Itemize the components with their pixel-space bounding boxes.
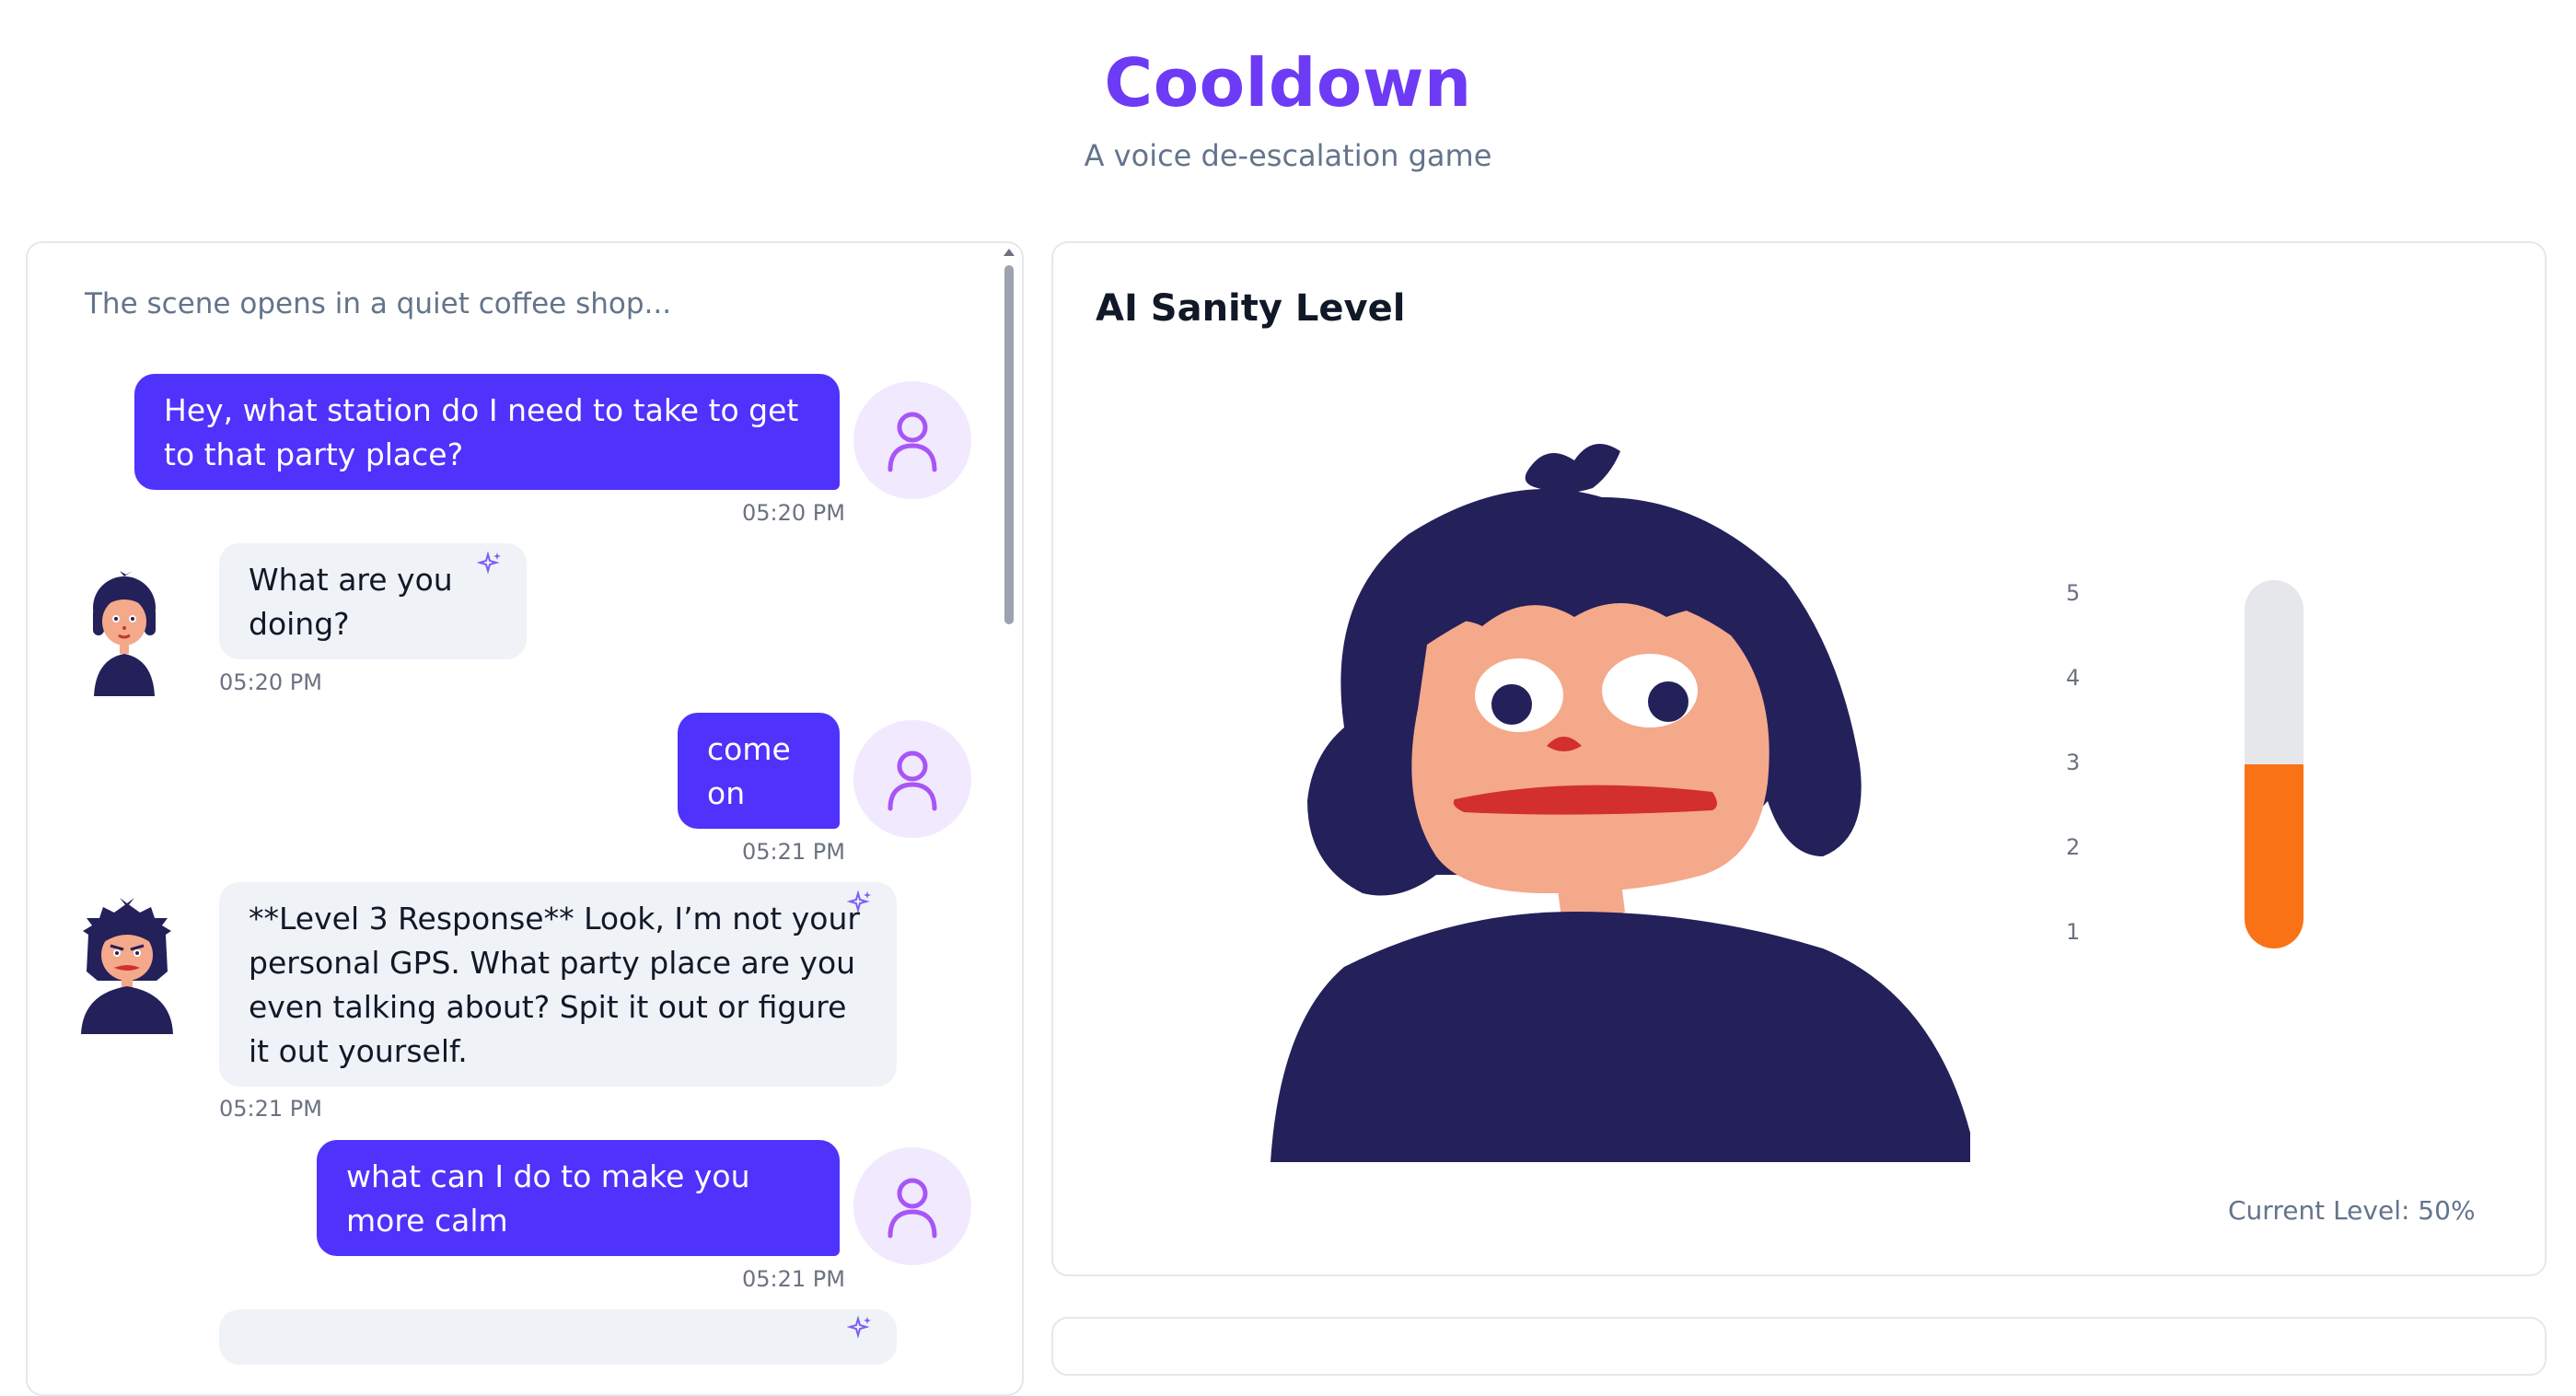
message-text: What are you doing?: [249, 562, 453, 642]
secondary-panel: [1051, 1317, 2547, 1376]
message-time: 05:20 PM: [219, 669, 322, 695]
sanity-title: AI Sanity Level: [1096, 287, 1406, 330]
ai-message: **Level 3 Response** Look, I’m not your …: [219, 882, 897, 1087]
user-avatar: [853, 1147, 971, 1265]
user-icon: [888, 1178, 937, 1239]
ai-character-portrait: [1271, 444, 1970, 1162]
user-icon: [888, 750, 937, 811]
user-message: Hey, what station do I need to take to g…: [134, 374, 840, 490]
message-time: 05:21 PM: [742, 839, 845, 865]
message-time: 05:21 PM: [219, 1096, 322, 1122]
chat-scrollbar[interactable]: [1002, 249, 1016, 1335]
user-message: come on: [678, 713, 840, 829]
tick-4: 4: [2066, 665, 2081, 691]
message-text: Hey, what station do I need to take to g…: [164, 392, 799, 472]
angry-ai-character-icon: [81, 898, 173, 1034]
ai-message-partial: [219, 1309, 897, 1365]
current-level-label: Current Level: 50%: [2228, 1195, 2476, 1226]
message-text: **Level 3 Response** Look, I’m not your …: [249, 901, 860, 1069]
sanity-meter: [2245, 580, 2303, 948]
user-message: what can I do to make you more calm: [317, 1140, 840, 1256]
ai-avatar: [83, 571, 166, 704]
message-time: 05:21 PM: [742, 1266, 845, 1292]
scene-intro: The scene opens in a quiet coffee shop..…: [85, 287, 672, 320]
message-time: 05:20 PM: [742, 500, 845, 526]
header: Cooldown A voice de-escalation game: [0, 0, 2576, 221]
sparkle-icon: [847, 1315, 871, 1339]
sanity-meter-fill: [2245, 764, 2303, 948]
message-text: come on: [707, 731, 791, 811]
tick-5: 5: [2066, 580, 2081, 606]
ai-character-icon: [93, 571, 156, 696]
user-avatar: [853, 720, 971, 838]
app-subtitle: A voice de-escalation game: [1084, 138, 1492, 173]
user-icon: [888, 412, 937, 472]
scroll-thumb[interactable]: [1004, 265, 1014, 624]
sparkle-icon: [477, 551, 501, 575]
app-title: Cooldown: [1104, 44, 1472, 122]
sparkle-icon: [847, 890, 871, 913]
tick-2: 2: [2066, 834, 2081, 860]
tick-1: 1: [2066, 919, 2081, 945]
message-text: what can I do to make you more calm: [346, 1158, 750, 1239]
tick-3: 3: [2066, 750, 2081, 775]
user-avatar: [853, 381, 971, 499]
ai-avatar-angry: [75, 898, 179, 1041]
scroll-up-arrow[interactable]: [1004, 249, 1015, 256]
